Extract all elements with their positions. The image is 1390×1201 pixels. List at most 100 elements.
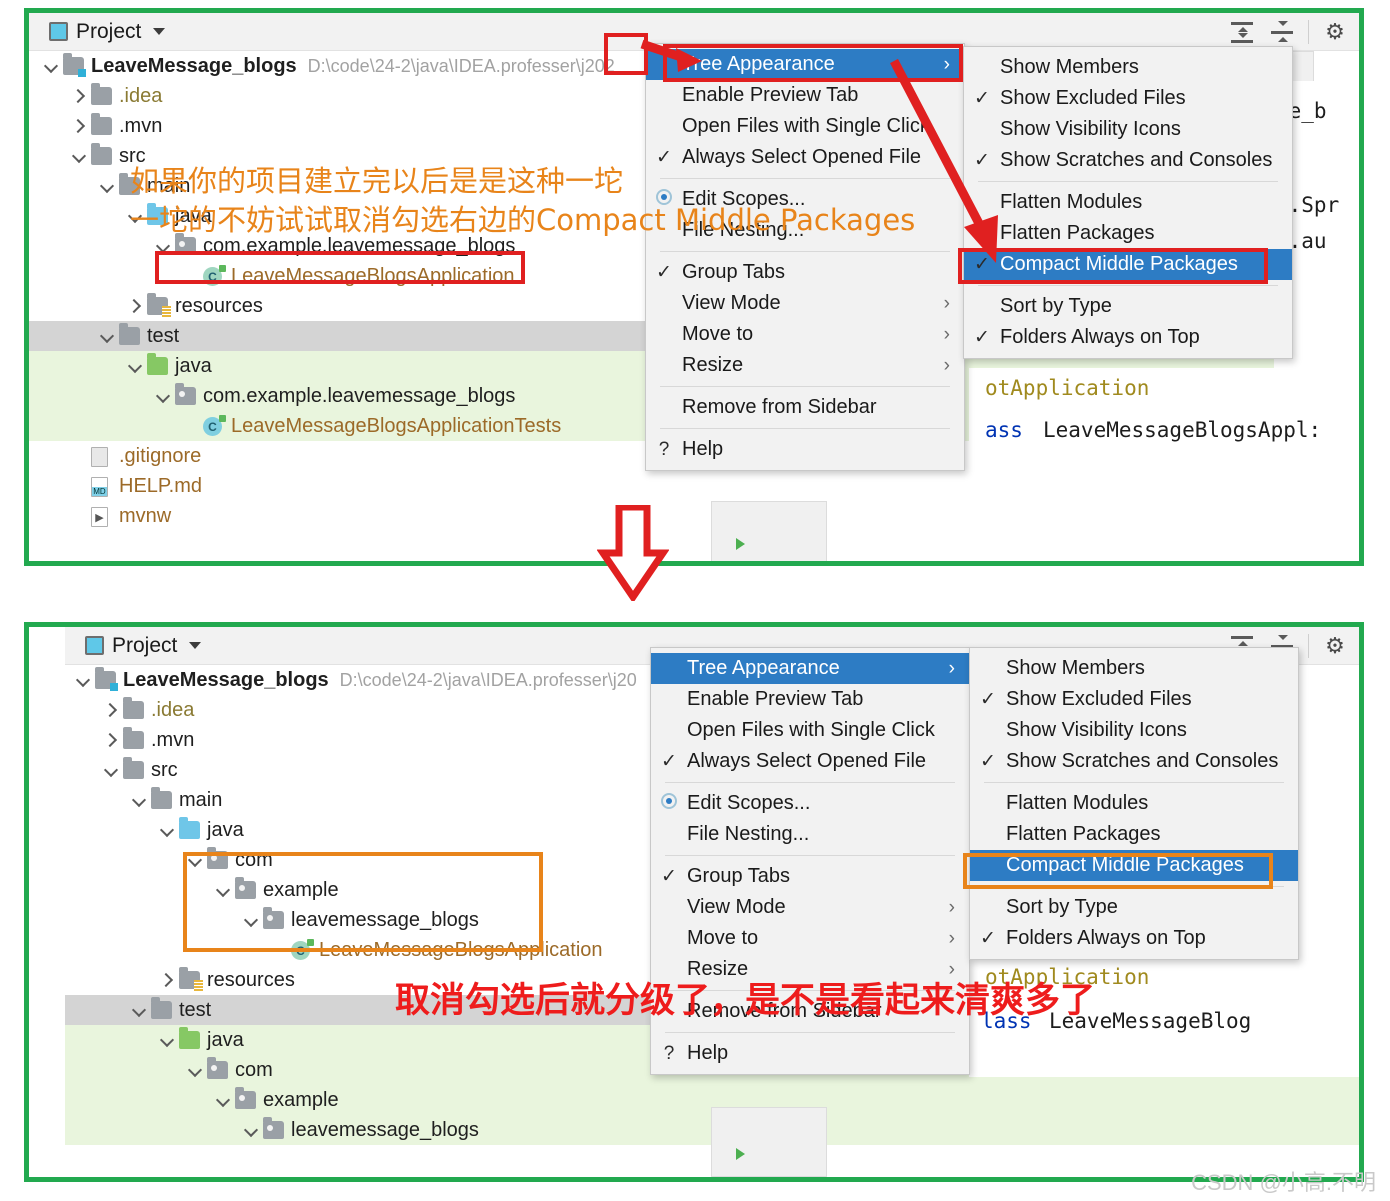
menu-item-move-to[interactable]: Move to › [651,923,969,954]
menu-item-tree-appearance[interactable]: Tree Appearance › [651,653,969,684]
menu-item-flatten-modules[interactable]: Flatten Modules [964,187,1292,218]
chevron-down-icon[interactable] [155,388,171,404]
menu-item-edit-scopes[interactable]: Edit Scopes... [646,184,964,215]
folder-icon [91,113,112,135]
toolbar-separator [1308,19,1309,44]
menu-item-group-tabs[interactable]: ✓ Group Tabs [651,861,969,892]
chevron-down-icon[interactable] [131,1002,147,1018]
menu-item-view-mode[interactable]: View Mode › [646,288,964,319]
gear-icon-bottom[interactable]: ⚙ [1321,632,1349,660]
menu-item-enable-preview-tab[interactable]: Enable Preview Tab [651,684,969,715]
menu-item-flatten-packages[interactable]: Flatten Packages [964,218,1292,249]
chevron-right-icon: › [943,292,950,314]
gear-icon[interactable]: ⚙ [1321,18,1349,46]
chevron-right-icon[interactable] [103,732,119,748]
chevron-down-icon[interactable] [215,1092,231,1108]
menu-item-flatten-packages[interactable]: Flatten Packages [970,819,1298,850]
menu-item-sort-by-type[interactable]: Sort by Type [970,892,1298,923]
menu-item-sort-by-type[interactable]: Sort by Type [964,291,1292,322]
chevron-right-icon[interactable] [71,88,87,104]
chevron-down-icon[interactable] [159,1032,175,1048]
menu-item-always-select-opened-file[interactable]: ✓ Always Select Opened File [651,746,969,777]
callout-box-gear [604,33,648,75]
gitignore-file-icon [91,447,108,467]
chevron-right-icon[interactable] [159,972,175,988]
project-path-label: D:\code\24-2\java\IDEA.professer\j202 [307,55,615,76]
toolwindow-title-group[interactable]: Project [29,19,166,44]
chevron-down-icon[interactable] [153,28,166,35]
callout-box-tree-appearance [663,44,963,82]
menu-item-folders-always-on-top[interactable]: ✓ Folders Always on Top [970,923,1298,954]
menu-item-show-visibility-icons[interactable]: Show Visibility Icons [964,114,1292,145]
chevron-down-icon[interactable] [131,792,147,808]
chevron-right-icon[interactable] [127,298,143,314]
chevron-right-icon[interactable] [103,702,119,718]
menu-item-help[interactable]: ? Help [646,434,964,465]
tree-node-label: src [119,144,146,167]
menu-item-view-mode[interactable]: View Mode › [651,892,969,923]
menu-item-label: View Mode [682,292,781,314]
chevron-down-icon[interactable] [127,358,143,374]
menu-separator [660,428,950,429]
menu-item-label: Show Scratches and Consoles [1006,750,1279,772]
tree-node-label: mvnw [119,504,172,527]
menu-item-open-files-with-single-click[interactable]: Open Files with Single Click [646,111,964,142]
question-mark-icon: ? [663,1042,675,1064]
menu-item-remove-from-sidebar[interactable]: Remove from Sidebar [646,392,964,423]
chevron-down-icon[interactable] [43,58,59,74]
menu-item-always-select-opened-file[interactable]: ✓ Always Select Opened File [646,142,964,173]
chevron-down-icon[interactable] [103,762,119,778]
shell-file-icon: ▶ [91,507,108,527]
menu-item-show-scratches-and-consoles[interactable]: ✓ Show Scratches and Consoles [964,145,1292,176]
menu-item-file-nesting[interactable]: File Nesting... [646,215,964,246]
menu-item-show-excluded-files[interactable]: ✓ Show Excluded Files [970,684,1298,715]
chevron-down-icon[interactable] [187,1062,203,1078]
expand-all-icon[interactable] [1228,18,1256,46]
project-options-menu-bottom[interactable]: Tree Appearance › Enable Preview Tab Open F… [650,647,970,1075]
menu-item-resize[interactable]: Resize › [646,350,964,381]
tree-node-label: main [179,788,223,811]
tree-node-mvnw[interactable]: ▶ mvnw [29,501,1359,531]
menu-item-edit-scopes[interactable]: Edit Scopes... [651,788,969,819]
menu-item-move-to[interactable]: Move to › [646,319,964,350]
collapse-all-icon[interactable] [1268,18,1296,46]
chevron-right-icon[interactable] [71,118,87,134]
menu-item-open-files-with-single-click[interactable]: Open Files with Single Click [651,715,969,746]
question-mark-icon: ? [658,438,670,460]
chevron-down-icon[interactable] [75,672,91,688]
chevron-down-icon[interactable] [71,148,87,164]
menu-item-label: Edit Scopes... [687,792,811,814]
menu-item-help[interactable]: ? Help [651,1038,969,1069]
menu-item-enable-preview-tab[interactable]: Enable Preview Tab [646,80,964,111]
test-source-folder-icon [147,353,168,375]
menu-item-show-scratches-and-consoles[interactable]: ✓ Show Scratches and Consoles [970,746,1298,777]
menu-item-remove-from-sidebar[interactable]: Remove from Sidebar [651,996,969,1027]
chevron-down-icon[interactable] [127,208,143,224]
folder-icon [151,997,172,1019]
menu-item-folders-always-on-top[interactable]: ✓ Folders Always on Top [964,322,1292,353]
menu-item-flatten-modules[interactable]: Flatten Modules [970,788,1298,819]
callout-box-expanded-packages [183,852,543,952]
chevron-down-icon[interactable] [159,822,175,838]
menu-item-resize[interactable]: Resize › [651,954,969,985]
menu-item-file-nesting[interactable]: File Nesting... [651,819,969,850]
chevron-down-icon-bottom[interactable] [189,642,202,649]
menu-item-show-visibility-icons[interactable]: Show Visibility Icons [970,715,1298,746]
chevron-down-icon[interactable] [99,178,115,194]
toolwindow-title: Project [76,19,142,43]
tree-appearance-submenu-top[interactable]: Show Members ✓ Show Excluded Files Show Vis… [963,46,1293,359]
menu-item-show-members[interactable]: Show Members [970,653,1298,684]
menu-item-label: Show Excluded Files [1000,87,1186,109]
run-arrow-icon-bottom [736,1148,745,1160]
chevron-down-icon[interactable] [243,1122,259,1138]
tree-appearance-submenu-bottom[interactable]: Show Members ✓ Show Excluded Files Show Vis… [969,647,1299,960]
menu-item-show-excluded-files[interactable]: ✓ Show Excluded Files [964,83,1292,114]
checkmark-icon: ✓ [661,866,677,887]
menu-item-show-members[interactable]: Show Members [964,52,1292,83]
toolwindow-title-group-bottom[interactable]: Project [65,634,202,658]
project-options-menu-top[interactable]: Tree Appearance › Enable Preview Tab Open F… [645,43,965,471]
chevron-down-icon[interactable] [99,328,115,344]
chevron-right-icon: › [948,927,955,949]
menu-item-group-tabs[interactable]: ✓ Group Tabs [646,257,964,288]
